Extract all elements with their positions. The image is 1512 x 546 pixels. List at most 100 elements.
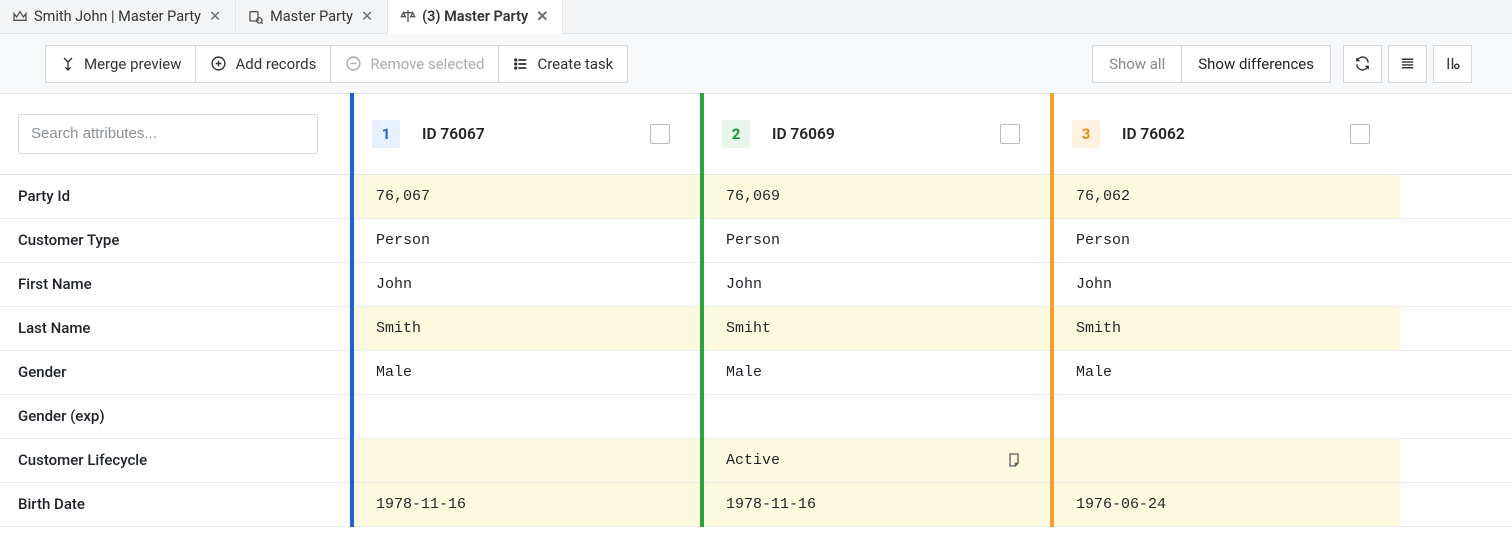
create-task-button[interactable]: Create task — [499, 45, 628, 83]
button-label: Add records — [235, 55, 316, 73]
merge-icon — [60, 56, 76, 72]
record-value-cell: Person — [1050, 218, 1400, 262]
table-row: Gender (exp) — [0, 394, 1512, 438]
table-row: First NameJohnJohnJohn — [0, 262, 1512, 306]
grid-filler — [1400, 438, 1512, 482]
add-records-button[interactable]: Add records — [196, 45, 331, 83]
record-value-cell: Smiht — [700, 306, 1050, 350]
table-row: Customer TypePersonPersonPerson — [0, 218, 1512, 262]
columns-gear-icon — [1444, 55, 1461, 72]
toolbar-right: Show all Show differences — [1092, 45, 1472, 83]
record-value-cell: Male — [350, 350, 700, 394]
record-select-checkbox[interactable] — [650, 124, 670, 144]
show-all-toggle[interactable]: Show all — [1092, 45, 1182, 83]
grid-filler — [1400, 394, 1512, 438]
attribute-name-cell: Last Name — [0, 306, 350, 350]
toolbar-left: Merge preview Add records Remove selecte… — [45, 45, 628, 83]
record-id-label: ID 76067 — [422, 125, 485, 143]
attribute-name-cell: Customer Lifecycle — [0, 438, 350, 482]
tab-label: Master Party — [270, 8, 353, 25]
table-row: Birth Date1978-11-161978-11-161976-06-24 — [0, 482, 1512, 526]
table-row: Party Id76,06776,06976,062 — [0, 174, 1512, 218]
table-row: GenderMaleMaleMale — [0, 350, 1512, 394]
record-value-cell: Active — [700, 438, 1050, 482]
toolbar-icon-buttons — [1343, 45, 1472, 83]
record-value-cell: Person — [350, 218, 700, 262]
record-value-cell: 1978-11-16 — [700, 482, 1050, 526]
attribute-name-cell: Gender (exp) — [0, 394, 350, 438]
grid-header-row: 1 ID 76067 2 ID 76069 — [0, 94, 1512, 174]
record-value-cell — [700, 394, 1050, 438]
plus-circle-icon — [210, 55, 227, 72]
table-row: Customer Lifecycle Active — [0, 438, 1512, 482]
record-value-cell — [350, 394, 700, 438]
button-label: Merge preview — [84, 55, 181, 73]
record-id-label: ID 76062 — [1122, 125, 1185, 143]
toggle-label: Show all — [1109, 55, 1165, 73]
crown-icon — [12, 9, 28, 25]
button-label: Create task — [537, 55, 613, 73]
cell-value: Active — [726, 452, 780, 469]
grid-filler — [1400, 482, 1512, 526]
note-icon[interactable] — [1006, 452, 1022, 468]
grid-filler — [1400, 174, 1512, 218]
rows-icon — [1399, 55, 1416, 72]
tabs-bar: Smith John | Master Party ✕ Master Party… — [0, 0, 1512, 34]
toggle-label: Show differences — [1198, 55, 1314, 73]
minus-circle-icon — [345, 55, 362, 72]
remove-selected-button: Remove selected — [331, 45, 499, 83]
refresh-icon — [1354, 55, 1371, 72]
tab-master-record[interactable]: Smith John | Master Party ✕ — [0, 0, 236, 33]
scale-icon — [400, 8, 416, 24]
column-settings-button[interactable] — [1433, 45, 1472, 83]
table-row: Last NameSmithSmihtSmith — [0, 306, 1512, 350]
attribute-name-cell: Birth Date — [0, 482, 350, 526]
record-value-cell: Smith — [350, 306, 700, 350]
record-column-header: 2 ID 76069 — [700, 94, 1050, 174]
density-button[interactable] — [1388, 45, 1427, 83]
tab-label: (3) Master Party — [422, 8, 528, 25]
attribute-name-cell: First Name — [0, 262, 350, 306]
record-index-badge: 1 — [372, 120, 400, 148]
record-value-cell: John — [350, 262, 700, 306]
tab-search[interactable]: Master Party ✕ — [236, 0, 388, 33]
refresh-button[interactable] — [1343, 45, 1382, 83]
attribute-name-cell: Party Id — [0, 174, 350, 218]
record-value-cell: 76,067 — [350, 174, 700, 218]
record-column-header: 1 ID 76067 — [350, 94, 700, 174]
attribute-name-cell: Customer Type — [0, 218, 350, 262]
close-icon[interactable]: ✕ — [359, 8, 375, 25]
record-select-checkbox[interactable] — [1000, 124, 1020, 144]
record-value-cell: 1978-11-16 — [350, 482, 700, 526]
grid-filler — [1400, 262, 1512, 306]
grid-filler — [1400, 218, 1512, 262]
record-value-cell: John — [700, 262, 1050, 306]
grid-filler — [1400, 350, 1512, 394]
button-label: Remove selected — [370, 55, 484, 73]
record-value-cell: Smith — [1050, 306, 1400, 350]
record-value-cell — [1050, 438, 1400, 482]
record-index-badge: 3 — [1072, 120, 1100, 148]
show-differences-toggle[interactable]: Show differences — [1182, 45, 1331, 83]
record-value-cell — [1050, 394, 1400, 438]
record-value-cell: Person — [700, 218, 1050, 262]
record-id-label: ID 76069 — [772, 125, 835, 143]
record-value-cell: 1976-06-24 — [1050, 482, 1400, 526]
record-select-checkbox[interactable] — [1350, 124, 1370, 144]
tab-compare[interactable]: (3) Master Party ✕ — [388, 0, 563, 34]
record-value-cell — [350, 438, 700, 482]
comparison-grid: 1 ID 76067 2 ID 76069 — [0, 94, 1512, 527]
record-value-cell: 76,062 — [1050, 174, 1400, 218]
search-attributes-input[interactable] — [18, 114, 318, 154]
close-icon[interactable]: ✕ — [207, 8, 223, 25]
attribute-name-cell: Gender — [0, 350, 350, 394]
grid-filler — [1400, 306, 1512, 350]
record-column-header: 3 ID 76062 — [1050, 94, 1400, 174]
list-icon — [513, 56, 529, 72]
record-value-cell: John — [1050, 262, 1400, 306]
close-icon[interactable]: ✕ — [534, 8, 550, 25]
record-value-cell: Male — [700, 350, 1050, 394]
merge-preview-button[interactable]: Merge preview — [45, 45, 196, 83]
record-value-cell: 76,069 — [700, 174, 1050, 218]
record-index-badge: 2 — [722, 120, 750, 148]
